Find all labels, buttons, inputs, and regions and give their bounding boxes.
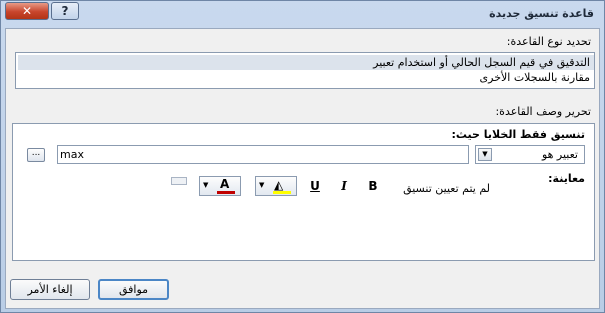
rule-type-item[interactable]: مقارنة بالسجلات الأخرى [18, 70, 594, 85]
font-color-icon: A [220, 177, 230, 191]
title-bar: ✕ ? قاعدة تنسيق جديدة [1, 1, 604, 27]
expression-input[interactable]: max [57, 145, 469, 164]
rule-type-list[interactable]: التدقيق في قيم السجل الحالي أو استخدام ت… [15, 52, 595, 89]
help-button[interactable]: ? [51, 2, 79, 20]
ellipsis-icon: ... [31, 148, 41, 158]
format-preview-icon [171, 177, 187, 185]
dropdown-arrow-icon[interactable]: ▼ [478, 148, 492, 161]
ok-button[interactable]: موافق [98, 279, 169, 300]
rule-type-label: تحديد نوع القاعدة: [506, 35, 591, 48]
preview-text: لم يتم تعيين تنسيق [403, 182, 490, 195]
bold-button[interactable]: B [363, 176, 383, 196]
cancel-button[interactable]: إلغاء الأمر [10, 279, 90, 300]
close-icon: ✕ [21, 4, 33, 18]
font-color-swatch [217, 191, 235, 194]
expression-builder-button[interactable]: ... [27, 148, 45, 162]
dialog-title: قاعدة تنسيق جديدة [489, 7, 594, 20]
help-icon: ? [61, 4, 69, 18]
new-formatting-rule-dialog: ✕ ? قاعدة تنسيق جديدة تحديد نوع القاعدة:… [0, 0, 605, 313]
dropdown-arrow-icon[interactable]: ▼ [259, 181, 264, 189]
preview-label: معاينة: [548, 172, 585, 185]
condition-type-select[interactable]: ▼ تعبير هو [475, 145, 585, 164]
italic-button[interactable]: I [334, 176, 354, 196]
dialog-body: تحديد نوع القاعدة: التدقيق في قيم السجل … [5, 28, 600, 309]
close-button[interactable]: ✕ [5, 2, 49, 20]
fill-color-button[interactable]: ▼ ◭ [255, 176, 297, 196]
fill-color-swatch [273, 191, 291, 194]
condition-type-value: تعبير هو [541, 148, 578, 161]
rule-type-item[interactable]: التدقيق في قيم السجل الحالي أو استخدام ت… [18, 55, 594, 70]
paint-bucket-icon: ◭ [274, 178, 284, 192]
format-cells-label: تنسيق فقط الخلايا حيث: [451, 128, 585, 141]
underline-button[interactable]: U [305, 176, 325, 196]
rule-description-label: تحرير وصف القاعدة: [495, 105, 591, 118]
rule-description-panel: تنسيق فقط الخلايا حيث: ... max ▼ تعبير ه… [12, 123, 595, 261]
font-color-button[interactable]: ▼ A [199, 176, 241, 196]
dropdown-arrow-icon[interactable]: ▼ [203, 181, 208, 189]
